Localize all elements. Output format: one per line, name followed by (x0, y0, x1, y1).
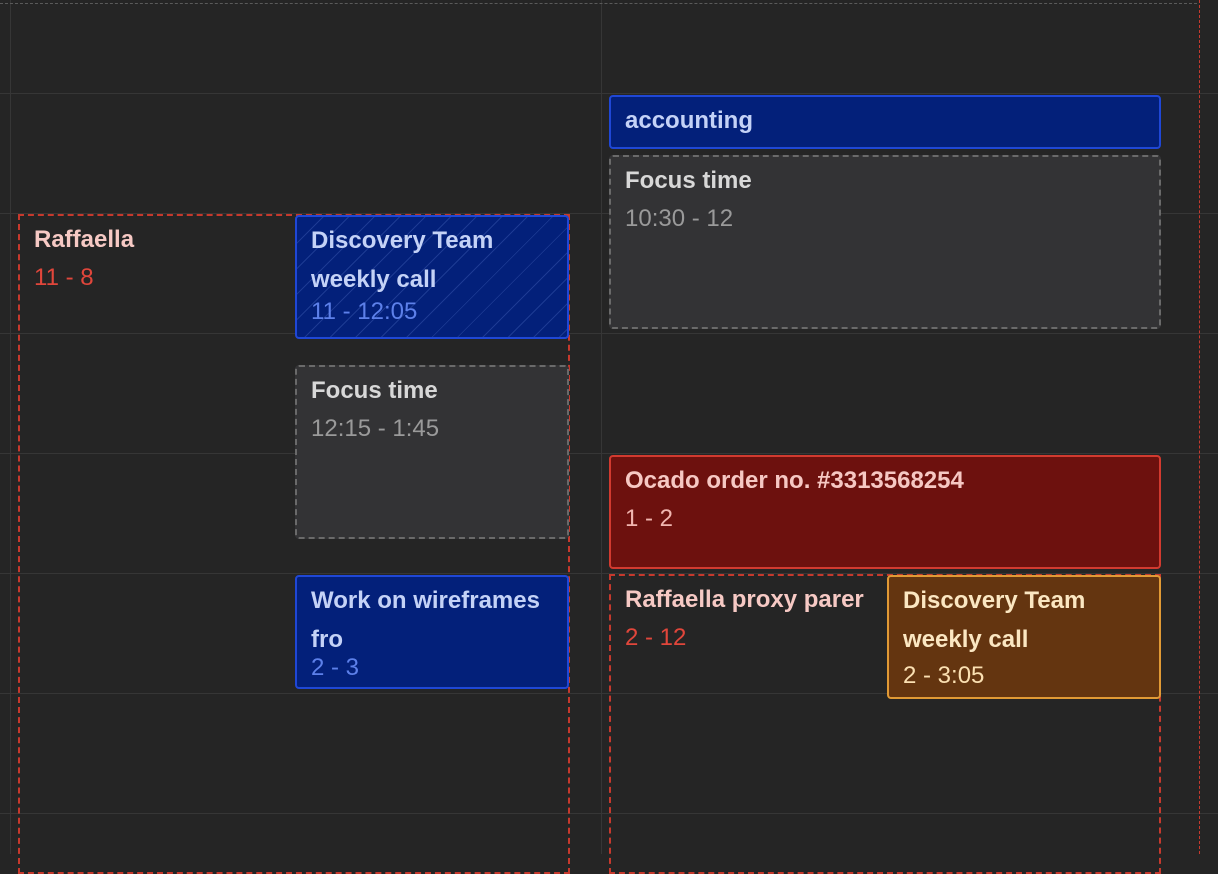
event-work-on-wireframes[interactable]: Work on wireframes fro 2 - 3 (295, 575, 569, 689)
hour-line (0, 93, 1218, 94)
out-of-office-edge (1199, 0, 1200, 854)
event-focus-time[interactable]: Focus time 12:15 - 1:45 (295, 365, 569, 539)
event-time: 10:30 - 12 (625, 205, 734, 232)
event-ocado-order[interactable]: Ocado order no. #3313568254 1 - 2 (609, 455, 1161, 569)
event-title: Focus time (311, 377, 438, 404)
event-title: accounting (625, 107, 754, 134)
event-time: 2 - 3:05 (903, 662, 985, 689)
event-time: 1 - 2 (625, 505, 674, 532)
event-title: Discovery Team weekly call (903, 587, 1086, 653)
event-title: Focus time (625, 167, 752, 194)
day-column-divider (601, 0, 602, 854)
event-accounting[interactable]: accounting (609, 95, 1161, 149)
day-column-divider (10, 0, 11, 854)
event-title: Discovery Team weekly call (311, 227, 494, 293)
event-time: 12:15 - 1:45 (311, 415, 440, 442)
event-discovery-team-weekly-call[interactable]: Discovery Team weekly call 11 - 12:05 (295, 215, 569, 339)
event-time: 2 - 3 (311, 654, 360, 681)
event-discovery-team-weekly-call-2[interactable]: Discovery Team weekly call 2 - 3:05 (887, 575, 1161, 699)
event-title: Work on wireframes fro (311, 587, 540, 653)
event-focus-time[interactable]: Focus time 10:30 - 12 (609, 155, 1161, 329)
all-day-border (0, 3, 1197, 4)
event-title: Ocado order no. #3313568254 (625, 467, 964, 494)
